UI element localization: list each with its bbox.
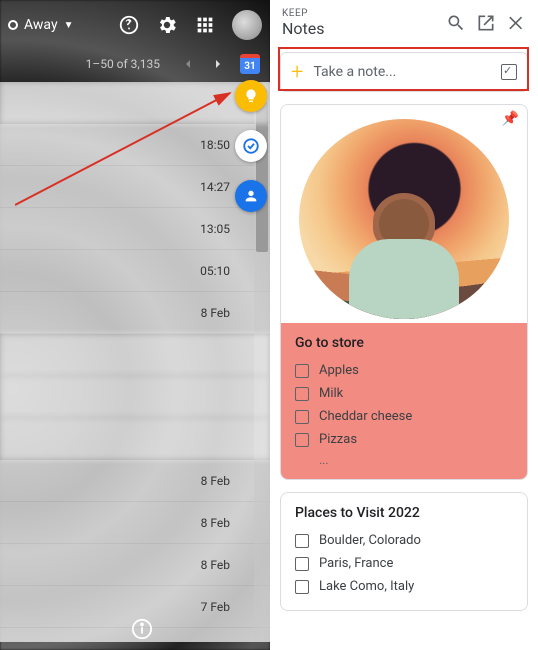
account-avatar[interactable] <box>232 10 262 40</box>
checkbox-icon[interactable] <box>295 534 309 548</box>
mail-list[interactable]: ▴ 18:5014:2713:0505:108 Feb8 Feb8 Feb8 F… <box>0 82 270 642</box>
checkbox-icon[interactable] <box>295 364 309 378</box>
status-label: Away <box>24 17 58 33</box>
keep-panel: KEEP Notes + Take a note... 📌Go to store… <box>270 0 538 650</box>
checklist-item[interactable]: Apples <box>295 359 513 382</box>
checklist-item-label: Apples <box>319 363 359 378</box>
mail-row[interactable]: 18:50 <box>0 124 270 166</box>
mail-row-time: 05:10 <box>200 264 230 278</box>
mail-row[interactable]: 14:27 <box>0 166 270 208</box>
mail-row[interactable] <box>0 334 270 376</box>
status-selector[interactable]: Away ▼ <box>8 17 73 33</box>
note-body: Go to store Apples Milk Cheddar cheese Pizza… <box>281 323 527 479</box>
info-icon[interactable] <box>129 616 155 642</box>
checklist-item[interactable]: Milk <box>295 382 513 405</box>
mail-row[interactable] <box>0 376 270 418</box>
mail-row-time: 14:27 <box>200 180 230 194</box>
checklist-item-label: Pizzas <box>319 432 357 447</box>
checklist-item-label: Boulder, Colorado <box>319 533 421 548</box>
checklist-item[interactable]: Lake Como, Italy <box>295 575 513 598</box>
tasks-rail-icon[interactable] <box>235 130 267 162</box>
take-note-input[interactable]: + Take a note... <box>280 52 528 92</box>
mail-row-time: 7 Feb <box>201 600 230 614</box>
notes-list[interactable]: 📌Go to storeApplesMilkCheddar cheesePizz… <box>270 98 538 650</box>
header-bar: Away ▼ <box>0 0 270 50</box>
note-image <box>281 105 527 323</box>
chevron-down-icon: ▼ <box>64 20 74 31</box>
mail-row-time: 7 Feb <box>201 642 230 643</box>
search-icon[interactable] <box>446 13 466 33</box>
note-card[interactable]: 📌Go to storeApplesMilkCheddar cheesePizz… <box>280 104 528 480</box>
keep-title: Notes <box>282 19 436 38</box>
mail-row-time: 8 Feb <box>201 306 230 320</box>
checklist-item-label: Milk <box>319 386 343 401</box>
status-away-icon <box>8 20 18 30</box>
close-icon[interactable] <box>506 13 526 33</box>
prev-page-icon[interactable] <box>180 56 196 72</box>
checklist-item[interactable]: Pizzas <box>295 428 513 451</box>
checklist-item-label: Lake Como, Italy <box>319 579 414 594</box>
mail-pane: Away ▼ 1–50 of 3,135 31 ▴ 18:5014:2713:0… <box>0 0 270 650</box>
keep-eyebrow: KEEP <box>282 8 436 19</box>
mail-row[interactable]: 13:05 <box>0 208 270 250</box>
mail-row[interactable] <box>0 82 270 124</box>
new-list-icon[interactable] <box>501 64 517 80</box>
mail-row[interactable]: 8 Feb <box>0 460 270 502</box>
help-icon[interactable] <box>118 14 140 36</box>
checklist-item-label: Cheddar cheese <box>319 409 412 424</box>
calendar-icon[interactable]: 31 <box>240 54 260 74</box>
note-body: Places to Visit 2022 Boulder, Colorado Par… <box>281 493 527 610</box>
checkbox-icon[interactable] <box>295 580 309 594</box>
mail-row[interactable]: 8 Feb <box>0 544 270 586</box>
mail-row[interactable]: 8 Feb <box>0 502 270 544</box>
more-items-indicator: ... <box>295 451 513 469</box>
mail-row-time: 8 Feb <box>201 516 230 530</box>
note-card[interactable]: Places to Visit 2022 Boulder, Colorado Par… <box>280 492 528 611</box>
mail-row-time: 8 Feb <box>201 558 230 572</box>
checkbox-icon[interactable] <box>295 433 309 447</box>
note-title: Go to store <box>295 335 513 351</box>
plus-icon: + <box>291 60 303 85</box>
take-note-placeholder: Take a note... <box>313 64 491 80</box>
gear-icon[interactable] <box>156 14 178 36</box>
mail-row[interactable]: 8 Feb <box>0 292 270 334</box>
keep-header: KEEP Notes <box>270 0 538 46</box>
pagination-row: 1–50 of 3,135 31 <box>0 50 270 78</box>
checklist-item-label: Paris, France <box>319 556 393 571</box>
mail-row-time: 13:05 <box>200 222 230 236</box>
keep-rail-icon[interactable] <box>235 80 267 112</box>
open-external-icon[interactable] <box>476 13 496 33</box>
pagination-count: 1–50 of 3,135 <box>86 57 160 71</box>
mail-row-time: 8 Feb <box>201 474 230 488</box>
checklist-item[interactable]: Paris, France <box>295 552 513 575</box>
apps-grid-icon[interactable] <box>194 14 216 36</box>
checklist-item[interactable]: Cheddar cheese <box>295 405 513 428</box>
checkbox-icon[interactable] <box>295 557 309 571</box>
mail-row-time: 18:50 <box>200 138 230 152</box>
note-title: Places to Visit 2022 <box>295 505 513 521</box>
contacts-rail-icon[interactable] <box>235 180 267 212</box>
checkbox-icon[interactable] <box>295 410 309 424</box>
next-page-icon[interactable] <box>210 56 226 72</box>
mail-row[interactable]: 05:10 <box>0 250 270 292</box>
checklist-item[interactable]: Boulder, Colorado <box>295 529 513 552</box>
checkbox-icon[interactable] <box>295 387 309 401</box>
side-panel-rail: ＋ <box>231 80 270 282</box>
mail-row[interactable] <box>0 418 270 460</box>
add-rail-icon[interactable]: ＋ <box>235 250 267 282</box>
